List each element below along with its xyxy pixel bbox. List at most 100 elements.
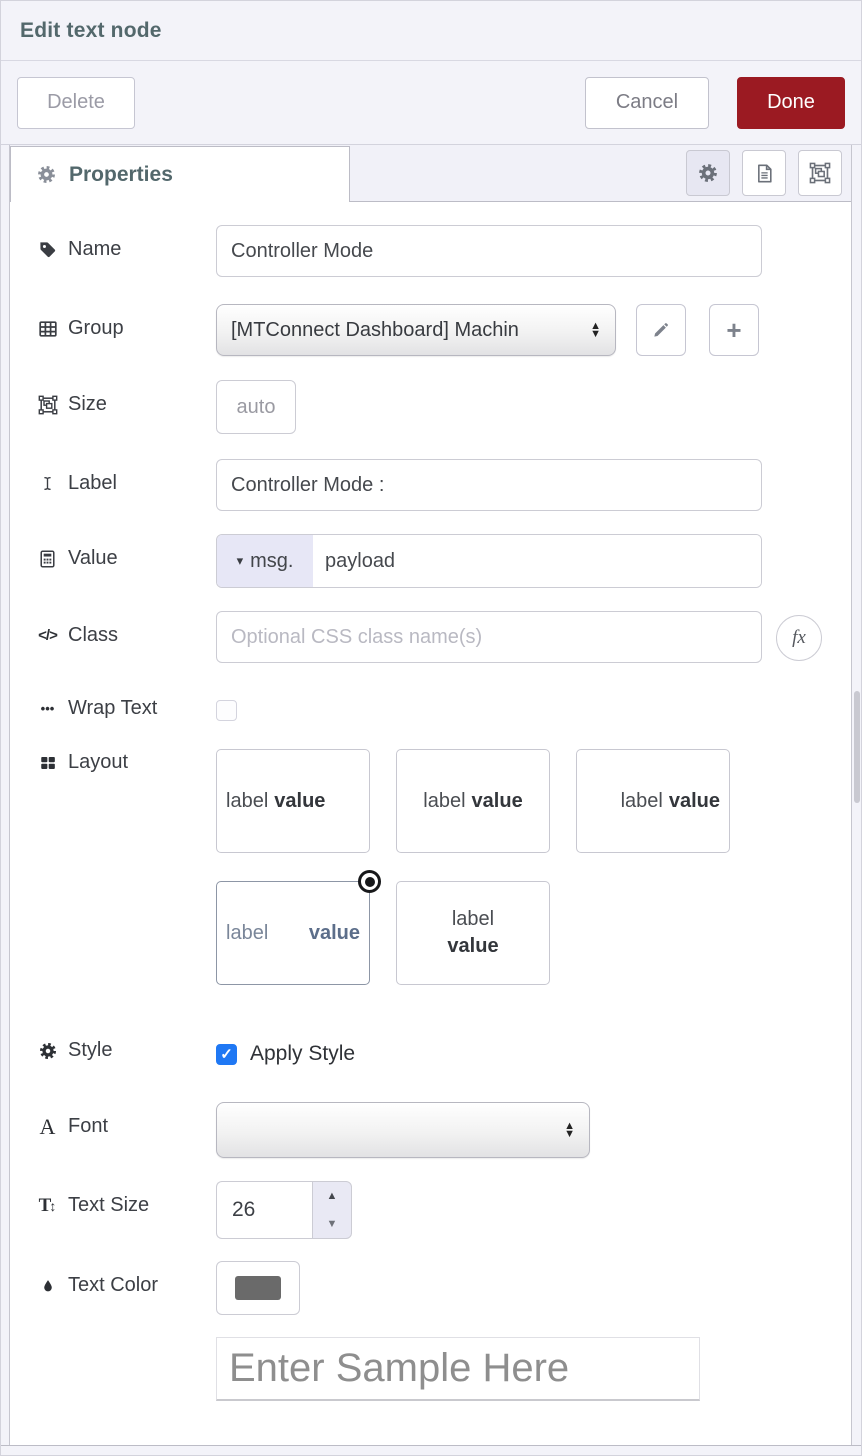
arrow-down-icon[interactable]: ▼ <box>327 1218 338 1230</box>
layout-option-col-center[interactable]: labelvalue <box>396 881 550 985</box>
code-icon: </> <box>36 627 59 644</box>
value-input[interactable] <box>313 535 761 587</box>
sample-text-input[interactable] <box>216 1337 700 1401</box>
layout-options: labelvalue labelvalue labelvalue lab <box>216 749 730 985</box>
stepper-buttons[interactable]: ▲ ▼ <box>312 1181 352 1239</box>
cancel-button[interactable]: Cancel <box>585 77 709 129</box>
right-gutter <box>851 145 861 1445</box>
dialog-button-bar: Delete Cancel Done <box>1 61 861 145</box>
add-group-button[interactable]: + <box>709 304 759 356</box>
value-type-label: msg. <box>250 550 293 573</box>
size-button[interactable]: auto <box>216 380 296 434</box>
gear-icon <box>35 165 58 184</box>
object-group-icon <box>809 162 832 184</box>
text-color-button[interactable] <box>216 1261 300 1315</box>
properties-form: Name Group [MTConnect Dashboard] Machin <box>10 202 851 1445</box>
dialog-header: Edit text node <box>1 1 861 61</box>
tag-icon <box>36 240 59 259</box>
group-select[interactable]: [MTConnect Dashboard] Machin ▲▼ <box>216 304 616 356</box>
text-size-row: T↕ Text Size ▲ ▼ <box>36 1181 851 1239</box>
scrollbar-thumb[interactable] <box>854 691 860 803</box>
table-icon <box>36 319 59 339</box>
ellipsis-icon: ••• <box>36 701 59 716</box>
label-field-label: Label <box>36 459 216 495</box>
done-button[interactable]: Done <box>737 77 845 129</box>
size-field-label: Size <box>36 380 216 416</box>
tray-main: Properties <box>10 145 851 1445</box>
value-field-label: Value <box>36 534 216 570</box>
text-height-icon: T↕ <box>36 1195 59 1217</box>
text-size-input[interactable] <box>216 1181 312 1239</box>
layout-row: Layout labelvalue labelvalue labelvalue <box>36 749 851 985</box>
apply-style-label: Apply Style <box>250 1042 355 1066</box>
fx-icon[interactable]: fx <box>776 615 822 661</box>
layout-option-row-center[interactable]: labelvalue <box>396 749 550 853</box>
group-row: Group [MTConnect Dashboard] Machin ▲▼ + <box>36 304 851 356</box>
value-typed-input: ▾ msg. <box>216 534 762 588</box>
gear-icon <box>697 163 720 183</box>
label-row: Label <box>36 459 851 511</box>
plus-icon: + <box>726 317 741 343</box>
font-select[interactable]: ▲▼ <box>216 1102 590 1158</box>
value-row: Value ▾ msg. <box>36 534 851 588</box>
value-type-selector[interactable]: ▾ msg. <box>217 535 313 587</box>
layout-field-label: Layout <box>36 749 216 774</box>
left-gutter <box>1 145 10 1445</box>
tab-icon-buttons <box>686 150 842 196</box>
grid-icon <box>36 754 59 772</box>
description-tab-button[interactable] <box>742 150 786 196</box>
font-field-label: A Font <box>36 1102 216 1138</box>
wrap-text-checkbox[interactable] <box>216 700 237 721</box>
name-field-label: Name <box>36 225 216 261</box>
style-field-label: Style <box>36 1037 216 1062</box>
i-cursor-icon <box>36 474 59 493</box>
layout-option-row-spread[interactable]: labelvalue <box>216 881 370 985</box>
layout-option-row-left[interactable]: labelvalue <box>216 749 370 853</box>
class-field-label: </> Class <box>36 611 216 647</box>
label-input[interactable] <box>216 459 762 511</box>
arrow-up-icon[interactable]: ▲ <box>327 1190 338 1202</box>
droplet-icon <box>36 1277 59 1295</box>
name-input[interactable] <box>216 225 762 277</box>
wrap-text-field-label: ••• Wrap Text <box>36 695 216 720</box>
wrap-text-row: ••• Wrap Text <box>36 695 851 721</box>
text-size-stepper: ▲ ▼ <box>216 1181 352 1239</box>
text-color-row: Text Color <box>36 1261 851 1315</box>
select-arrows-icon: ▲▼ <box>564 1122 575 1138</box>
text-size-field-label: T↕ Text Size <box>36 1181 216 1217</box>
edit-text-node-dialog: Edit text node Delete Cancel Done Proper… <box>0 0 862 1456</box>
object-group-icon <box>36 395 59 415</box>
sample-row <box>36 1337 851 1401</box>
dialog-bottom-edge <box>1 1445 861 1456</box>
group-field-label: Group <box>36 304 216 340</box>
dialog-title: Edit text node <box>20 19 162 43</box>
caret-down-icon: ▾ <box>237 553 244 569</box>
calculator-icon <box>36 549 59 569</box>
text-color-field-label: Text Color <box>36 1261 216 1297</box>
tab-properties-label: Properties <box>69 163 173 187</box>
edit-tray: Properties <box>1 145 861 1445</box>
style-row: Style ✓ Apply Style <box>36 1037 851 1066</box>
pencil-icon <box>650 321 673 339</box>
tab-properties[interactable]: Properties <box>10 146 350 202</box>
class-input[interactable] <box>216 611 762 663</box>
appearance-tab-button[interactable] <box>798 150 842 196</box>
layout-option-row-right[interactable]: labelvalue <box>576 749 730 853</box>
class-row: </> Class fx <box>36 611 851 663</box>
select-arrows-icon: ▲▼ <box>590 322 601 338</box>
tab-bar: Properties <box>10 145 851 202</box>
selected-radio-icon <box>358 870 381 893</box>
color-swatch <box>235 1276 281 1300</box>
font-row: A Font ▲▼ <box>36 1102 851 1158</box>
check-icon: ✓ <box>220 1045 233 1063</box>
apply-style-checkbox[interactable]: ✓ <box>216 1044 237 1065</box>
name-row: Name <box>36 225 851 277</box>
properties-tab-button[interactable] <box>686 150 730 196</box>
edit-group-button[interactable] <box>636 304 686 356</box>
document-icon <box>753 163 776 184</box>
size-row: Size auto <box>36 380 851 434</box>
font-icon: A <box>36 1116 59 1138</box>
group-select-value: [MTConnect Dashboard] Machin <box>231 319 582 342</box>
gear-icon <box>36 1042 59 1060</box>
delete-button[interactable]: Delete <box>17 77 135 129</box>
